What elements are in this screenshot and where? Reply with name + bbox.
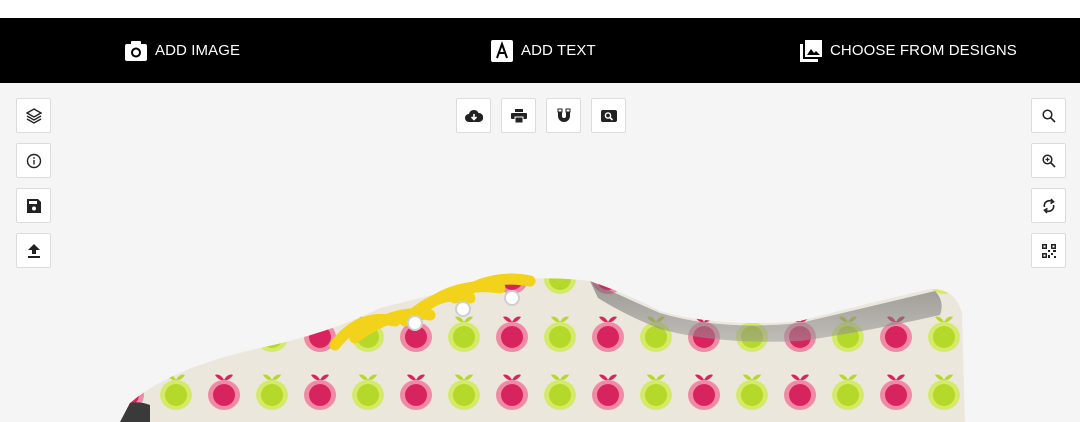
qr-code-icon bbox=[1041, 243, 1056, 258]
add-text-label: ADD TEXT bbox=[521, 42, 596, 59]
magnet-button[interactable] bbox=[546, 98, 581, 133]
preview-button[interactable] bbox=[591, 98, 626, 133]
choose-from-designs-label: CHOOSE FROM DESIGNS bbox=[830, 42, 1017, 59]
top-toolbar: ADD IMAGE ADD TEXT CHOOSE FROM DESIGNS bbox=[0, 18, 1080, 83]
refresh-icon bbox=[1042, 197, 1055, 214]
refresh-button[interactable] bbox=[1031, 188, 1066, 223]
search-button[interactable] bbox=[1031, 98, 1066, 133]
print-button[interactable] bbox=[501, 98, 536, 133]
text-icon bbox=[491, 39, 513, 62]
add-image-button[interactable]: ADD IMAGE bbox=[125, 18, 240, 83]
save-button[interactable] bbox=[16, 188, 51, 223]
layers-icon bbox=[25, 107, 42, 124]
shoe-preview bbox=[120, 273, 965, 422]
upload-icon bbox=[27, 243, 40, 258]
add-image-label: ADD IMAGE bbox=[155, 42, 241, 59]
info-icon bbox=[26, 153, 41, 168]
save-icon bbox=[26, 198, 41, 213]
camera-icon bbox=[125, 40, 147, 61]
layers-button[interactable] bbox=[16, 98, 51, 133]
design-canvas[interactable] bbox=[0, 83, 1080, 422]
cloud-download-icon bbox=[464, 109, 483, 122]
zoom-in-button[interactable] bbox=[1031, 143, 1066, 178]
qr-code-button[interactable] bbox=[1031, 233, 1066, 268]
info-button[interactable] bbox=[16, 143, 51, 178]
magnet-icon bbox=[557, 108, 570, 122]
choose-from-designs-button[interactable]: CHOOSE FROM DESIGNS bbox=[800, 18, 1017, 83]
search-icon bbox=[1041, 108, 1056, 123]
print-icon bbox=[510, 108, 527, 123]
cloud-download-button[interactable] bbox=[456, 98, 491, 133]
add-text-button[interactable]: ADD TEXT bbox=[491, 18, 596, 83]
preview-search-icon bbox=[600, 109, 617, 122]
upload-button[interactable] bbox=[16, 233, 51, 268]
gallery-icon bbox=[800, 39, 822, 62]
zoom-in-icon bbox=[1041, 153, 1056, 168]
